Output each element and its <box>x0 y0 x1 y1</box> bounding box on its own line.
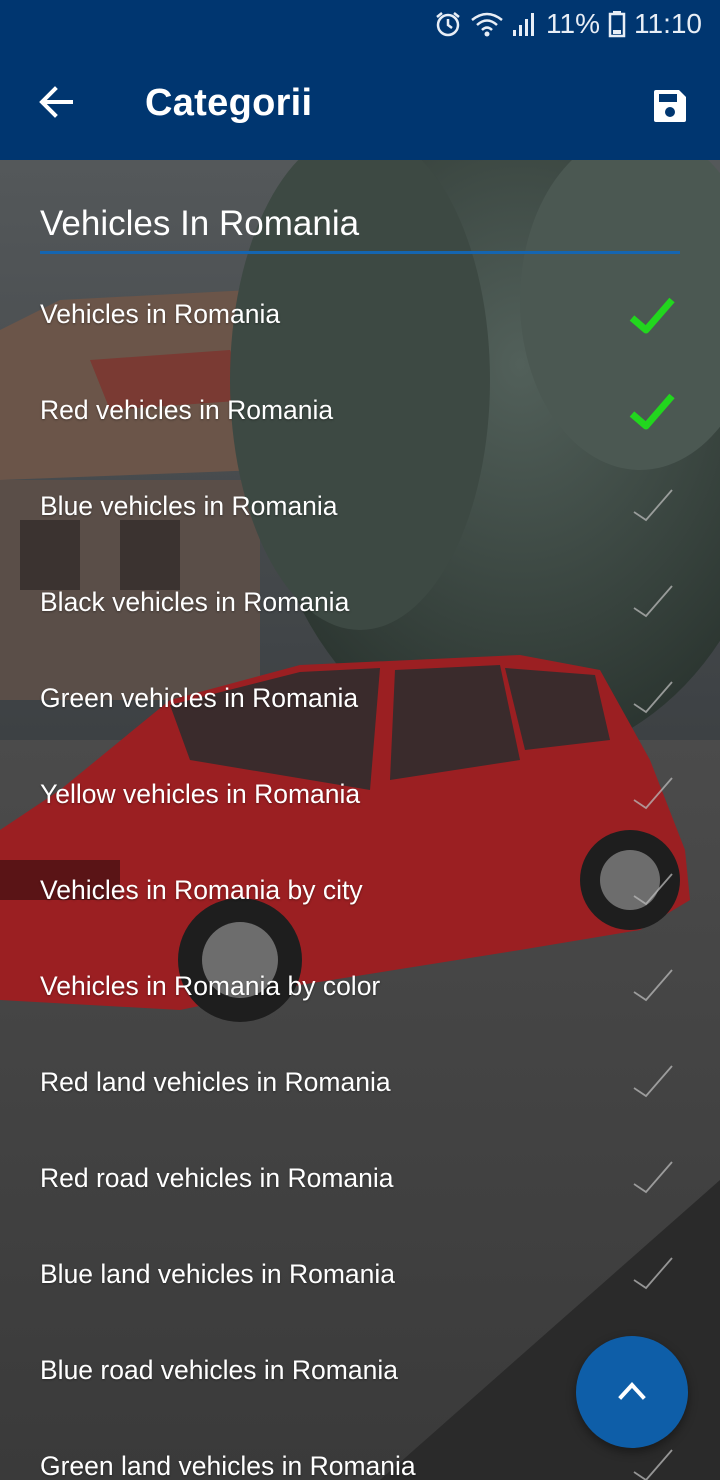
check-icon-inactive[interactable] <box>626 1252 678 1300</box>
category-label: Vehicles in Romania <box>40 299 281 329</box>
check-icon-inactive[interactable] <box>626 484 678 532</box>
category-label: Black vehicles in Romania <box>40 587 350 617</box>
category-search-input[interactable] <box>40 200 680 248</box>
category-row[interactable]: Vehicles in Romania by city <box>0 844 720 940</box>
category-label: Green land vehicles in Romania <box>40 1451 416 1480</box>
category-row[interactable]: Vehicles in Romania <box>0 268 720 364</box>
category-label: Blue road vehicles in Romania <box>40 1355 398 1385</box>
battery-percent: 11% <box>546 8 600 39</box>
clock: 11:10 <box>634 8 702 39</box>
category-label: Red vehicles in Romania <box>40 395 334 425</box>
check-icon-inactive[interactable] <box>626 1060 678 1108</box>
page-title: Categorii <box>145 82 313 124</box>
category-label: Blue vehicles in Romania <box>40 491 338 521</box>
check-icon-inactive[interactable] <box>626 1156 678 1204</box>
category-search-field[interactable] <box>40 200 680 254</box>
signal-icon <box>512 10 538 38</box>
scroll-top-button[interactable] <box>576 1336 688 1448</box>
check-icon-inactive[interactable] <box>626 868 678 916</box>
check-icon-inactive[interactable] <box>626 964 678 1012</box>
check-icon-inactive[interactable] <box>626 676 678 724</box>
category-row[interactable]: Green vehicles in Romania <box>0 652 720 748</box>
category-row[interactable]: Black vehicles in Romania <box>0 556 720 652</box>
category-row[interactable]: Red vehicles in Romania <box>0 364 720 460</box>
category-label: Blue land vehicles in Romania <box>40 1259 396 1289</box>
category-list: Vehicles in Romania Red vehicles in Roman… <box>0 268 720 1480</box>
category-label: Yellow vehicles in Romania <box>40 779 361 809</box>
status-bar: 11% 11:10 <box>0 0 720 48</box>
check-icon-active[interactable] <box>626 388 678 436</box>
category-label: Vehicles in Romania by city <box>40 875 363 905</box>
category-row[interactable]: Blue land vehicles in Romania <box>0 1228 720 1324</box>
category-label: Green vehicles in Romania <box>40 683 359 713</box>
check-icon-inactive[interactable] <box>626 580 678 628</box>
category-row[interactable]: Red road vehicles in Romania <box>0 1132 720 1228</box>
category-row[interactable]: Yellow vehicles in Romania <box>0 748 720 844</box>
save-button[interactable] <box>640 78 700 138</box>
floppy-disk-icon <box>651 87 689 130</box>
arrow-left-icon <box>38 84 74 125</box>
back-button[interactable] <box>28 76 84 132</box>
category-row[interactable]: Vehicles in Romania by color <box>0 940 720 1036</box>
alarm-icon <box>434 10 462 38</box>
battery-icon <box>608 10 626 38</box>
category-label: Red road vehicles in Romania <box>40 1163 394 1193</box>
category-label: Vehicles in Romania by color <box>40 971 381 1001</box>
category-label: Red land vehicles in Romania <box>40 1067 391 1097</box>
chevron-up-icon <box>617 1380 647 1405</box>
category-row[interactable]: Red land vehicles in Romania <box>0 1036 720 1132</box>
app-bar: Categorii <box>0 48 720 160</box>
check-icon-inactive[interactable] <box>626 1444 678 1480</box>
check-icon-inactive[interactable] <box>626 772 678 820</box>
category-row[interactable]: Blue vehicles in Romania <box>0 460 720 556</box>
wifi-icon <box>470 10 504 38</box>
check-icon-active[interactable] <box>626 292 678 340</box>
